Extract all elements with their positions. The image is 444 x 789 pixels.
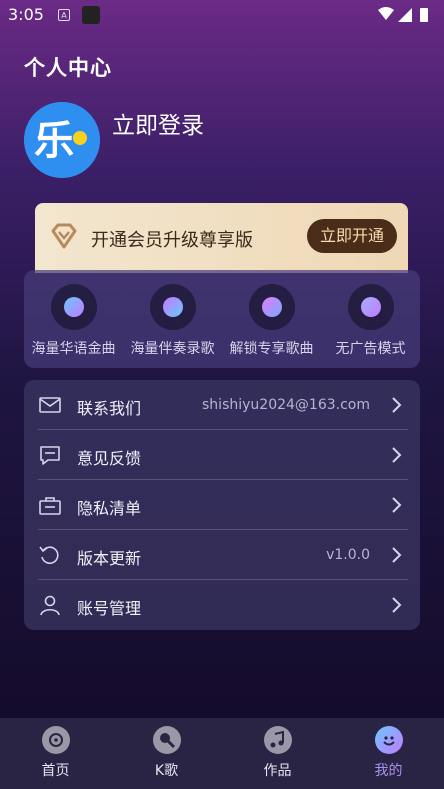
chevron-right-icon bbox=[392, 597, 402, 613]
no-ads-icon bbox=[347, 284, 394, 330]
benefit-label: 海量华语金曲 bbox=[31, 341, 116, 357]
tab-works[interactable]: 作品 bbox=[222, 726, 333, 780]
benefit-item[interactable]: 解锁专享歌曲 bbox=[222, 284, 321, 358]
benefit-label: 解锁专享歌曲 bbox=[229, 341, 314, 357]
bottom-tab-bar: 首页 K歌 作品 我的 bbox=[0, 718, 444, 789]
avatar-char: 乐 bbox=[34, 118, 74, 164]
tab-label: K歌 bbox=[154, 763, 179, 779]
login-link[interactable]: 立即登录 bbox=[112, 106, 204, 140]
tab-mine[interactable]: 我的 bbox=[333, 726, 444, 780]
feedback-icon bbox=[40, 446, 60, 465]
notification-a-icon: A bbox=[58, 9, 70, 21]
menu-item-account[interactable]: 账号管理 bbox=[24, 580, 420, 630]
home-disc-icon bbox=[41, 726, 70, 754]
chevron-right-icon bbox=[392, 497, 402, 513]
tab-label: 作品 bbox=[263, 763, 292, 779]
settings-menu: 联系我们 shishiyu2024@163.com 意见反馈 隐私清单 版本更新… bbox=[24, 380, 420, 630]
vip-card[interactable]: 开通会员升级尊享版 立即开通 bbox=[35, 203, 408, 273]
menu-label: 联系我们 bbox=[77, 399, 142, 418]
privacy-list-icon bbox=[39, 497, 61, 515]
diamond-icon bbox=[51, 223, 77, 249]
tab-karaoke[interactable]: K歌 bbox=[111, 726, 222, 780]
tab-label: 我的 bbox=[374, 763, 403, 779]
chevron-right-icon bbox=[392, 447, 402, 463]
avatar[interactable]: 乐 bbox=[24, 102, 100, 178]
music-note-icon bbox=[248, 284, 295, 330]
update-icon bbox=[39, 546, 59, 564]
version-value: v1.0.0 bbox=[326, 547, 370, 563]
music-disc-icon bbox=[50, 284, 97, 330]
tab-label: 首页 bbox=[41, 763, 70, 779]
menu-item-update[interactable]: 版本更新 v1.0.0 bbox=[24, 530, 420, 580]
vip-open-button[interactable]: 立即开通 bbox=[307, 219, 397, 253]
menu-label: 版本更新 bbox=[77, 549, 142, 568]
menu-item-contact[interactable]: 联系我们 shishiyu2024@163.com bbox=[24, 380, 420, 430]
chevron-right-icon bbox=[392, 547, 402, 563]
music-note-icon bbox=[263, 726, 292, 754]
battery-icon bbox=[420, 8, 428, 22]
benefit-item[interactable]: 海量伴奏录歌 bbox=[123, 284, 222, 358]
vip-benefits-panel: 海量华语金曲 海量伴奏录歌 解锁专享歌曲 无广告模式 bbox=[24, 270, 420, 368]
contact-email: shishiyu2024@163.com bbox=[202, 397, 370, 413]
microphone-icon bbox=[152, 726, 181, 754]
vip-promo-text: 开通会员升级尊享版 bbox=[91, 230, 253, 251]
microphone-icon bbox=[149, 284, 196, 330]
benefit-label: 海量伴奏录歌 bbox=[130, 341, 215, 357]
menu-label: 隐私清单 bbox=[77, 499, 142, 518]
menu-item-feedback[interactable]: 意见反馈 bbox=[24, 430, 420, 480]
page-title: 个人中心 bbox=[24, 56, 112, 80]
wifi-icon bbox=[378, 7, 394, 20]
menu-label: 意见反馈 bbox=[77, 449, 142, 468]
account-icon bbox=[40, 595, 60, 616]
signal-icon bbox=[398, 8, 412, 22]
menu-item-privacy[interactable]: 隐私清单 bbox=[24, 480, 420, 530]
menu-label: 账号管理 bbox=[77, 599, 142, 618]
app-logo-icon: 乐 bbox=[24, 102, 100, 178]
status-time: 3:05 bbox=[8, 5, 44, 24]
status-bar: 3:05 A bbox=[0, 0, 444, 30]
benefit-item[interactable]: 无广告模式 bbox=[321, 284, 420, 358]
notification-app-icon bbox=[82, 6, 100, 24]
status-icons bbox=[378, 7, 428, 22]
smiley-icon bbox=[374, 726, 403, 754]
benefit-item[interactable]: 海量华语金曲 bbox=[24, 284, 123, 358]
benefit-label: 无广告模式 bbox=[335, 341, 406, 357]
chevron-right-icon bbox=[392, 397, 402, 413]
tab-home[interactable]: 首页 bbox=[0, 726, 111, 780]
mail-icon bbox=[39, 397, 61, 413]
